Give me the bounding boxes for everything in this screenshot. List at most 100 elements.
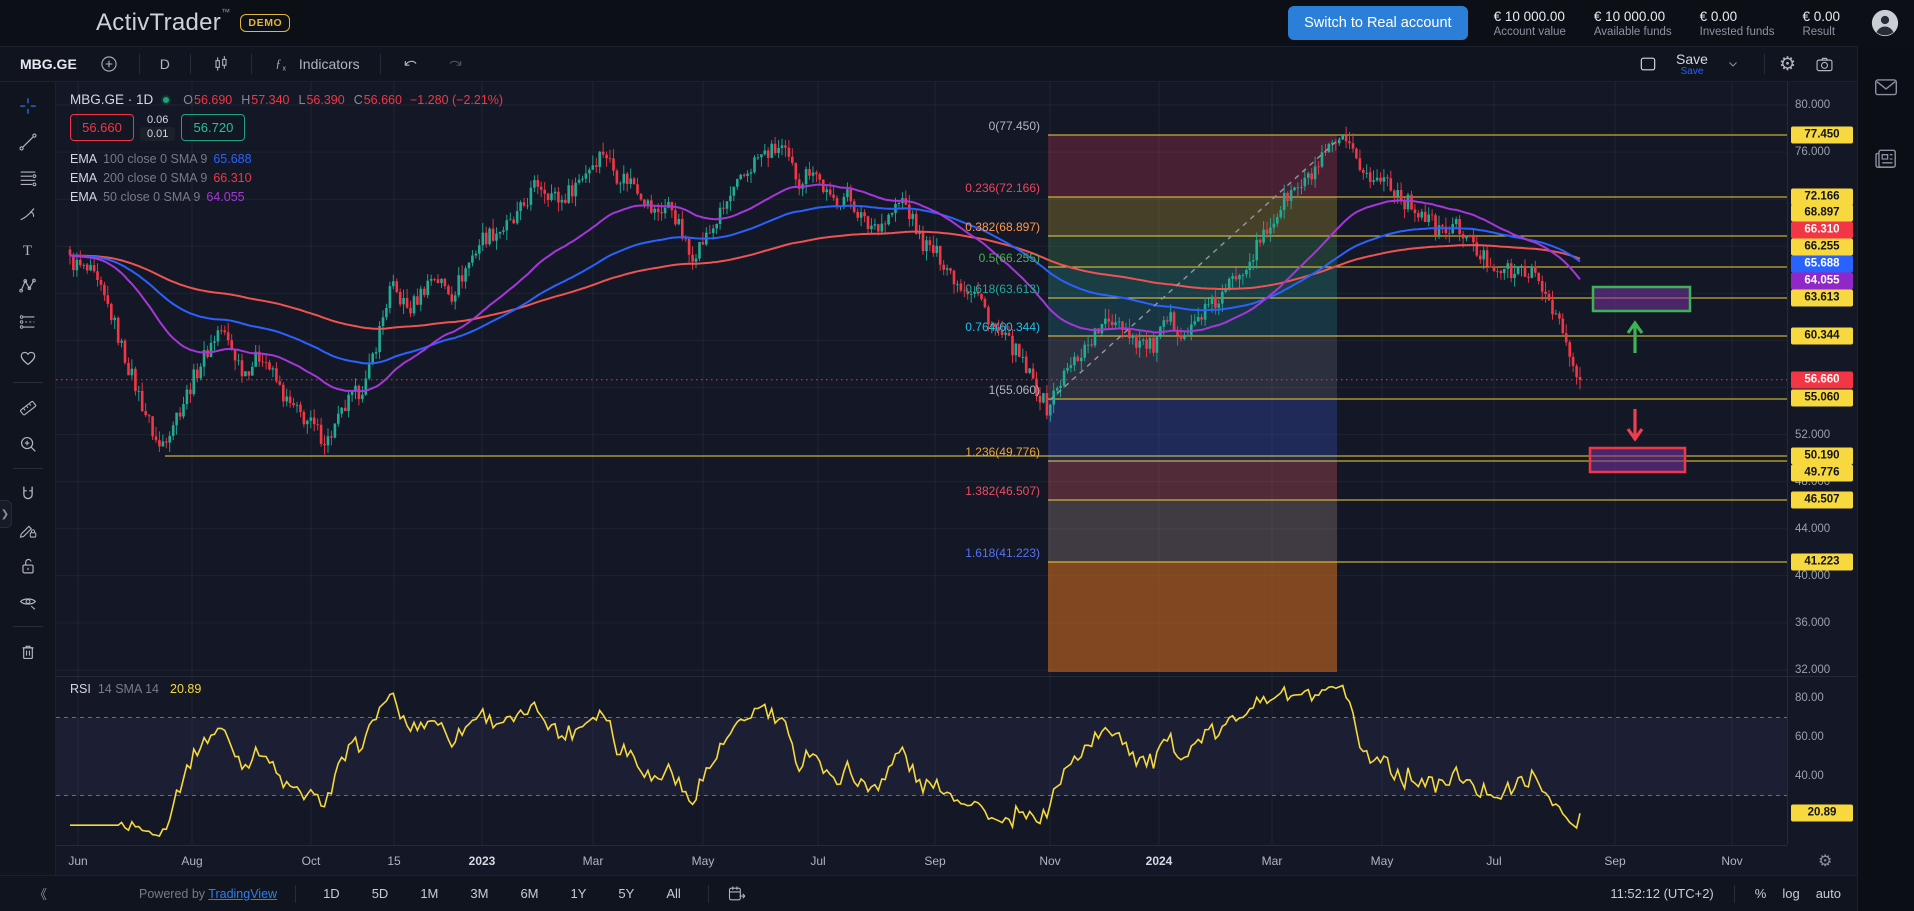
price-badge: 41.223 [1791, 554, 1853, 571]
timeframe-5D[interactable]: 5D [363, 883, 398, 904]
symbol-tab[interactable]: MBG.GE [12, 56, 85, 72]
tool-zoom-in[interactable] [10, 428, 46, 459]
timeframe-All[interactable]: All [657, 883, 689, 904]
time-axis[interactable]: JunAugOct152023MarMayJulSepNov2024MarMay… [56, 845, 1787, 875]
emoji-icon [17, 347, 39, 369]
timeframe-1D[interactable]: 1D [314, 883, 349, 904]
rsi-tick: 60.00 [1795, 731, 1824, 743]
auto-scale-toggle[interactable]: auto [1816, 886, 1841, 901]
tool-lock-all[interactable] [10, 550, 46, 581]
time-axis-settings-icon[interactable]: ⚙ [1818, 851, 1832, 871]
chart-legend: MBG.GE · 1D O56.690 H57.340 L56.390 C56.… [70, 92, 503, 206]
interval-button[interactable]: D [150, 52, 180, 76]
target-box-down[interactable] [1590, 448, 1685, 472]
rsi-tick: 80.00 [1795, 692, 1824, 704]
collapse-toolbar-icon[interactable]: 《 [34, 884, 45, 903]
app-logo: ActivTrader™ [96, 9, 230, 37]
fx-icon: ƒx [272, 54, 293, 75]
tradingview-link[interactable]: TradingView [208, 887, 277, 901]
undo-button[interactable] [391, 50, 431, 78]
fib-level-label: 0.764(60.344) [965, 320, 1040, 334]
tool-drawing-sync[interactable] [10, 514, 46, 545]
price-badge: 63.613 [1791, 290, 1853, 307]
tool-trend-line[interactable] [10, 126, 46, 157]
save-menu-chevron[interactable] [1716, 53, 1750, 75]
target-box-up[interactable] [1593, 287, 1690, 311]
go-to-date-button[interactable] [727, 884, 747, 904]
envelope-icon [1873, 74, 1899, 100]
chart-container[interactable]: 80.00076.00052.00048.00044.00040.00036.0… [56, 82, 1857, 875]
timeframe-5Y[interactable]: 5Y [609, 883, 643, 904]
tool-text[interactable]: T [10, 234, 46, 265]
timeframe-1M[interactable]: 1M [411, 883, 447, 904]
avatar[interactable] [1870, 8, 1900, 38]
toolbar-divider [13, 468, 43, 469]
timeframe-6M[interactable]: 6M [511, 883, 547, 904]
legend-symbol[interactable]: MBG.GE · 1D [70, 92, 153, 107]
clock[interactable]: 11:52:12 (UTC+2) [1610, 886, 1713, 901]
ema-200-row[interactable]: EMA200 close 0 SMA 966.310 [70, 168, 503, 187]
time-label: 2024 [1146, 854, 1173, 868]
price-badge: 60.344 [1791, 328, 1853, 345]
market-status-icon [161, 95, 171, 105]
toolbar-divider [13, 382, 43, 383]
time-label: Sep [924, 854, 945, 868]
messages-button[interactable] [1873, 74, 1899, 100]
indicators-button[interactable]: ƒxIndicators [262, 50, 370, 79]
news-button[interactable] [1873, 146, 1899, 172]
timeframe-list: 1D 5D 1M 3M 6M 1Y 5Y All [314, 883, 690, 904]
tool-hide-all[interactable] [10, 586, 46, 617]
topbar-right: Switch to Real account € 10 000.00Accoun… [1288, 6, 1900, 40]
powered-by: Powered by TradingView [139, 887, 277, 901]
change-value: −1.280 (−2.21%) [410, 93, 503, 107]
tool-fib-retracement[interactable] [10, 162, 46, 193]
price-tick: 36.000 [1795, 617, 1830, 629]
ema-50-row[interactable]: EMA50 close 0 SMA 964.055 [70, 187, 503, 206]
add-symbol-button[interactable] [89, 50, 129, 78]
timeframe-1Y[interactable]: 1Y [562, 883, 596, 904]
lock-all-icon [17, 555, 39, 577]
switch-to-real-button[interactable]: Switch to Real account [1288, 6, 1468, 40]
brand: ActivTrader™ DEMO [96, 9, 290, 37]
price-axis[interactable]: 80.00076.00052.00048.00044.00040.00036.0… [1787, 82, 1857, 845]
candlestick-icon [211, 54, 231, 74]
tool-long-short-position[interactable] [10, 306, 46, 337]
ohlc-values: O56.690 H57.340 L56.390 C56.660 [183, 93, 402, 107]
save-button[interactable]: SaveSave [1676, 52, 1708, 77]
time-label: Nov [1039, 854, 1060, 868]
percent-scale-toggle[interactable]: % [1755, 886, 1767, 901]
tool-brush[interactable] [10, 198, 46, 229]
account-stat: € 10 000.00Account value [1494, 9, 1566, 38]
account-stats: € 10 000.00Account value€ 10 000.00Avail… [1494, 9, 1840, 38]
timeframe-3M[interactable]: 3M [461, 883, 497, 904]
pane-separator[interactable] [56, 676, 1857, 677]
fib-level-label: 0.236(72.166) [965, 181, 1040, 195]
tool-crosshair[interactable] [10, 90, 46, 121]
tool-xabcd-pattern[interactable] [10, 270, 46, 301]
layout-button[interactable] [1628, 50, 1668, 78]
price-badge: 64.055 [1791, 273, 1853, 290]
tool-magnet[interactable] [10, 478, 46, 509]
indicator-legend: EMA100 close 0 SMA 965.688 EMA200 close … [70, 149, 503, 206]
sell-button[interactable]: 56.660 [70, 114, 134, 141]
fib-level-label: 0(77.450) [989, 119, 1040, 133]
price-tick: 76.000 [1795, 146, 1830, 158]
buy-button[interactable]: 56.720 [181, 114, 245, 141]
time-label: Mar [1262, 854, 1283, 868]
chart-style-button[interactable] [201, 50, 241, 78]
screenshot-button[interactable] [1804, 50, 1845, 79]
chart-settings-button[interactable]: ⚙ [1779, 55, 1796, 74]
rsi-legend[interactable]: RSI 14 SMA 14 20.89 [70, 682, 201, 696]
price-tick: 40.000 [1795, 570, 1830, 582]
ema-100-row[interactable]: EMA100 close 0 SMA 965.688 [70, 149, 503, 168]
log-scale-toggle[interactable]: log [1782, 886, 1799, 901]
watchlist-expander[interactable]: ❯ [0, 500, 12, 528]
fib-bands[interactable] [1048, 135, 1337, 672]
remove-all-icon [17, 641, 39, 663]
fib-level-label: 0.5(66.255) [979, 251, 1040, 265]
tool-emoji[interactable] [10, 342, 46, 373]
tool-ruler[interactable] [10, 392, 46, 423]
trademark: ™ [221, 7, 230, 17]
redo-button[interactable] [435, 50, 475, 78]
tool-remove-all[interactable] [10, 636, 46, 667]
